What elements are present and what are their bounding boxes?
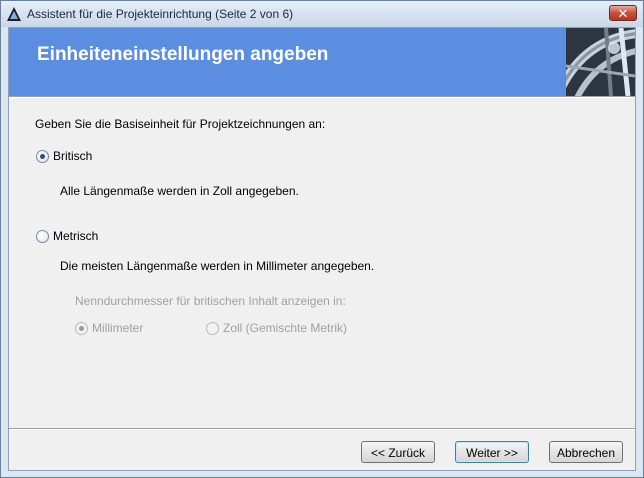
- cancel-button[interactable]: Abbrechen: [549, 441, 623, 463]
- header-banner: Einheiteneinstellungen angeben: [9, 28, 635, 96]
- metric-radio[interactable]: [36, 230, 49, 243]
- wizard-body: Einheiteneinstellungen angeben Geben Sie…: [8, 27, 636, 471]
- autocad-logo-icon: [6, 6, 22, 22]
- inch-mixed-metric-label[interactable]: Zoll (Gemischte Metrik): [223, 321, 347, 335]
- close-button[interactable]: ✕: [609, 5, 637, 21]
- british-radio[interactable]: [36, 150, 49, 163]
- window-title: Assistent für die Projekteinrichtung (Se…: [27, 7, 294, 21]
- next-button[interactable]: Weiter >>: [455, 441, 529, 463]
- header-separator: [9, 96, 635, 98]
- back-button[interactable]: << Zurück: [361, 441, 435, 463]
- metric-label[interactable]: Metrisch: [53, 229, 98, 243]
- inch-mixed-metric-radio[interactable]: [206, 322, 219, 335]
- page-title: Einheiteneinstellungen angeben: [37, 44, 329, 65]
- footer-separator: [9, 428, 635, 430]
- british-description: Alle Längenmaße werden in Zoll angegeben…: [60, 184, 299, 198]
- wizard-window: Assistent für die Projekteinrichtung (Se…: [0, 0, 644, 478]
- nominal-diameter-label: Nenndurchmesser für britischen Inhalt an…: [75, 294, 346, 308]
- unit-prompt: Geben Sie die Basiseinheit für Projektze…: [35, 117, 326, 131]
- close-icon: ✕: [617, 6, 629, 21]
- metric-description: Die meisten Längenmaße werden in Millime…: [60, 259, 375, 273]
- pipes-banner-image: [566, 28, 635, 96]
- british-label[interactable]: Britisch: [53, 149, 92, 163]
- millimeter-label[interactable]: Millimeter: [92, 321, 143, 335]
- title-bar[interactable]: Assistent für die Projekteinrichtung (Se…: [1, 1, 643, 27]
- millimeter-radio[interactable]: [75, 322, 88, 335]
